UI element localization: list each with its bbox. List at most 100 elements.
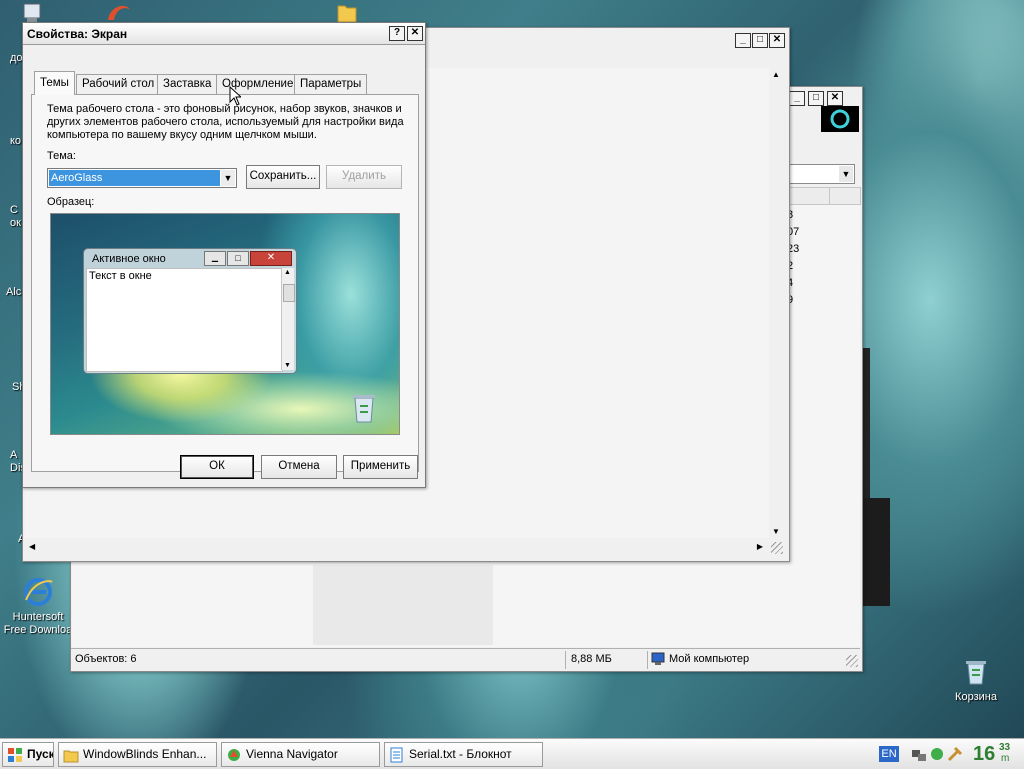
desktop-icon-recycle-bin-label: Корзина <box>955 691 997 703</box>
clock[interactable]: 16 33 m <box>973 742 1021 766</box>
theme-preview: Активное окно ▁ □ ✕ Текст в окне ▲ ▼ <box>50 213 400 435</box>
preview-active-window: Активное окно ▁ □ ✕ Текст в окне ▲ ▼ <box>83 248 297 374</box>
tray-app-icon[interactable] <box>929 746 945 762</box>
windows-logo-icon <box>8 747 22 762</box>
preview-window-text: Текст в окне <box>89 270 152 282</box>
desktop-icon-recycle-bin[interactable]: Корзина <box>946 656 1006 703</box>
preview-scrollbar: ▲ ▼ <box>281 268 295 370</box>
apply-button[interactable]: Применить <box>343 455 418 479</box>
logo-icon <box>821 106 859 132</box>
close-button[interactable]: ✕ <box>407 26 423 41</box>
dialog-titlebar[interactable]: Свойства: Экран ? ✕ <box>23 23 425 45</box>
delete-theme-button[interactable]: Удалить <box>326 165 402 189</box>
maximize-button[interactable]: □ <box>808 91 824 106</box>
desktop-icon-top-1[interactable] <box>22 2 44 24</box>
preview-close-icon: ✕ <box>250 251 292 266</box>
theme-label: Тема: <box>47 150 76 162</box>
desktop-icon-top-3[interactable] <box>336 0 358 24</box>
resize-grip-icon[interactable] <box>846 655 858 667</box>
internet-explorer-icon <box>24 578 53 606</box>
minimize-button[interactable]: _ <box>789 91 805 106</box>
folder-icon <box>63 750 79 763</box>
recycle-bin-icon <box>966 661 986 685</box>
status-location: Мой компьютер <box>669 653 750 665</box>
taskbar-item-label: Vienna Navigator <box>246 747 338 761</box>
column-header[interactable] <box>789 187 831 205</box>
status-object-count: Объектов: 6 <box>75 653 137 665</box>
app-swirl-icon <box>108 5 130 20</box>
themes-panel: Тема рабочего стола - это фоновый рисуно… <box>31 94 419 472</box>
taskbar-item-notepad[interactable]: Serial.txt - Блокнот <box>384 742 543 767</box>
status-divider <box>565 651 566 669</box>
desktop-edge-label-2[interactable]: ко <box>10 135 21 147</box>
tab-themes[interactable]: Темы <box>34 71 75 95</box>
taskbar-item-label: Serial.txt - Блокнот <box>409 747 512 761</box>
themes-description: Тема рабочего стола - это фоновый рисуно… <box>47 103 404 141</box>
tab-settings[interactable]: Параметры <box>294 74 368 94</box>
preview-minimize-icon: ▁ <box>204 251 226 266</box>
dialog-title: Свойства: Экран <box>27 27 128 41</box>
status-size: 8,88 МБ <box>571 653 612 665</box>
horizontal-scrollbar[interactable]: ◀ ▶ <box>25 539 769 555</box>
taskbar-item-vienna-navigator[interactable]: Vienna Navigator <box>221 742 380 767</box>
desktop-edge-label-3[interactable]: С ок <box>10 204 21 230</box>
sample-label: Образец: <box>47 196 95 208</box>
tools-icon[interactable] <box>947 746 965 762</box>
display-properties-dialog[interactable]: Свойства: Экран ? ✕ Темы Рабочий стол За… <box>22 22 426 488</box>
theme-select[interactable]: AeroGlass ▼ <box>47 168 237 188</box>
status-divider-2 <box>647 651 648 669</box>
column-header-2[interactable] <box>829 187 861 205</box>
ok-button[interactable]: ОК <box>180 455 254 479</box>
computer-icon <box>651 652 667 666</box>
help-button[interactable]: ? <box>389 26 405 41</box>
language-indicator[interactable]: EN <box>879 746 899 762</box>
notepad-icon <box>390 747 403 763</box>
desktop-icon-top-2[interactable] <box>104 0 134 24</box>
tab-desktop[interactable]: Рабочий стол <box>76 74 161 94</box>
vertical-scrollbar[interactable]: ▲ ▼ <box>769 68 783 538</box>
cancel-button[interactable]: Отмена <box>261 455 337 479</box>
preview-maximize-icon: □ <box>227 251 249 266</box>
clock-ampm: m <box>1001 753 1010 764</box>
desktop-edge-label-4[interactable]: Alc <box>6 286 21 298</box>
mouse-cursor-icon <box>229 86 241 106</box>
close-button[interactable]: ✕ <box>827 91 843 106</box>
start-label: Пуск <box>27 747 54 761</box>
clock-minute: 33 <box>999 742 1011 753</box>
scroll-right-icon[interactable]: ▶ <box>757 542 763 551</box>
tab-screensaver[interactable]: Заставка <box>157 74 218 94</box>
scroll-up-icon[interactable]: ▲ <box>772 70 780 79</box>
network-icon[interactable] <box>911 746 927 762</box>
status-bar: Объектов: 6 8,88 МБ Мой компьютер <box>71 648 860 671</box>
chevron-down-icon[interactable]: ▼ <box>839 166 853 182</box>
maximize-button[interactable]: □ <box>752 33 768 48</box>
desktop-icon-huntersoft[interactable]: Huntersoft Free Downloa <box>0 576 76 637</box>
theme-select-value: AeroGlass <box>49 170 220 186</box>
folder-icon <box>337 5 357 23</box>
clock-hour: 16 <box>973 743 996 765</box>
scroll-down-icon[interactable]: ▼ <box>772 527 780 536</box>
chevron-down-icon[interactable]: ▼ <box>221 170 235 186</box>
navigator-icon <box>228 748 240 761</box>
desktop-edge-label-1[interactable]: до <box>10 52 23 64</box>
desktop-icon-huntersoft-label: Huntersoft Free Downloa <box>3 611 73 636</box>
close-button[interactable]: ✕ <box>769 33 785 48</box>
taskbar-item-windowblinds[interactable]: WindowBlinds Enhan... <box>58 742 217 767</box>
preview-window-client: Текст в окне <box>86 268 283 372</box>
taskbar: Пуск WindowBlinds Enhan... Vienna Naviga… <box>0 738 1024 769</box>
scroll-up-icon: ▲ <box>284 269 291 276</box>
address-dropdown[interactable]: ▼ <box>789 164 855 184</box>
start-button[interactable]: Пуск <box>2 742 54 767</box>
resize-grip-icon[interactable] <box>771 542 783 554</box>
background-window-fragment-2 <box>862 498 890 606</box>
preview-window-title: Активное окно <box>92 253 166 265</box>
computer-icon <box>23 3 41 22</box>
background-window-fragment <box>862 348 870 498</box>
save-theme-button[interactable]: Сохранить... <box>246 165 320 189</box>
minimize-button[interactable]: _ <box>735 33 751 48</box>
scroll-left-icon[interactable]: ◀ <box>29 542 35 551</box>
preview-recycle-bin-icon <box>353 395 375 423</box>
selection-highlight <box>313 565 493 645</box>
scroll-down-icon: ▼ <box>284 362 291 369</box>
preview-scroll-thumb <box>283 284 295 302</box>
